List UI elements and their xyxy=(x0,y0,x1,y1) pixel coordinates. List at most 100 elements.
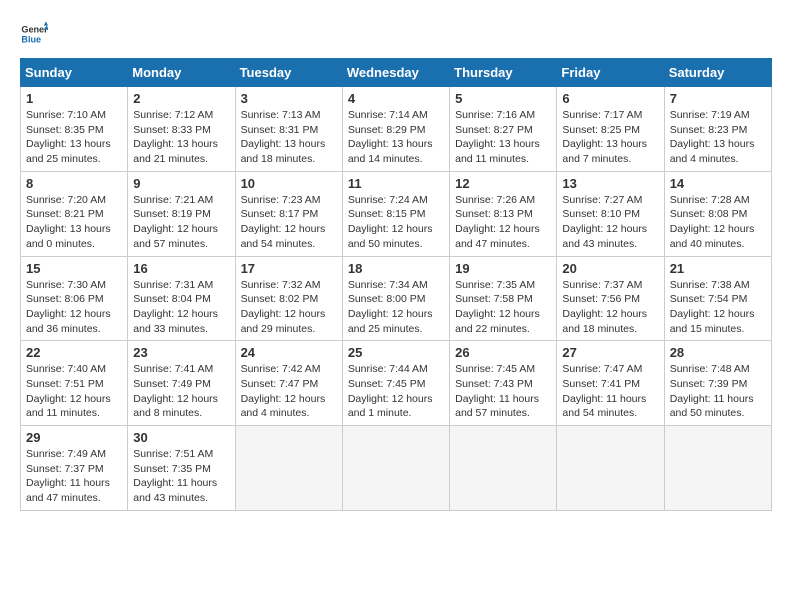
logo: General Blue xyxy=(20,20,48,48)
calendar-cell: 5 Sunrise: 7:16 AMSunset: 8:27 PMDaylight… xyxy=(450,87,557,172)
cell-content: Sunrise: 7:26 AMSunset: 8:13 PMDaylight:… xyxy=(455,193,551,252)
week-row-2: 15 Sunrise: 7:30 AMSunset: 8:06 PMDayligh… xyxy=(21,256,772,341)
cell-content: Sunrise: 7:14 AMSunset: 8:29 PMDaylight:… xyxy=(348,108,444,167)
calendar-cell: 21Sunrise: 7:38 AMSunset: 7:54 PMDayligh… xyxy=(664,256,771,341)
cell-content: Sunrise: 7:40 AMSunset: 7:51 PMDaylight:… xyxy=(26,362,122,421)
column-header-thursday: Thursday xyxy=(450,59,557,87)
day-number: 2 xyxy=(133,91,229,106)
column-header-saturday: Saturday xyxy=(664,59,771,87)
calendar-header-row: SundayMondayTuesdayWednesdayThursdayFrid… xyxy=(21,59,772,87)
calendar-cell: 14Sunrise: 7:28 AMSunset: 8:08 PMDayligh… xyxy=(664,171,771,256)
calendar-cell: 28Sunrise: 7:48 AMSunset: 7:39 PMDayligh… xyxy=(664,341,771,426)
cell-content: Sunrise: 7:13 AMSunset: 8:31 PMDaylight:… xyxy=(241,108,337,167)
cell-content: Sunrise: 7:16 AMSunset: 8:27 PMDaylight:… xyxy=(455,108,551,167)
day-number: 30 xyxy=(133,430,229,445)
cell-content: Sunrise: 7:44 AMSunset: 7:45 PMDaylight:… xyxy=(348,362,444,421)
cell-content: Sunrise: 7:32 AMSunset: 8:02 PMDaylight:… xyxy=(241,278,337,337)
calendar-cell xyxy=(664,426,771,511)
cell-content: Sunrise: 7:49 AMSunset: 7:37 PMDaylight:… xyxy=(26,447,122,506)
cell-content: Sunrise: 7:19 AMSunset: 8:23 PMDaylight:… xyxy=(670,108,766,167)
calendar-cell: 24 Sunrise: 7:42 AMSunset: 7:47 PMDayligh… xyxy=(235,341,342,426)
cell-content: Sunrise: 7:12 AMSunset: 8:33 PMDaylight:… xyxy=(133,108,229,167)
calendar-cell: 12 Sunrise: 7:26 AMSunset: 8:13 PMDayligh… xyxy=(450,171,557,256)
calendar-cell: 20 Sunrise: 7:37 AMSunset: 7:56 PMDayligh… xyxy=(557,256,664,341)
calendar-cell: 22 Sunrise: 7:40 AMSunset: 7:51 PMDayligh… xyxy=(21,341,128,426)
day-number: 5 xyxy=(455,91,551,106)
cell-content: Sunrise: 7:45 AMSunset: 7:43 PMDaylight:… xyxy=(455,362,551,421)
page-header: General Blue xyxy=(20,20,772,48)
week-row-0: 1Sunrise: 7:10 AMSunset: 8:35 PMDaylight… xyxy=(21,87,772,172)
day-number: 18 xyxy=(348,261,444,276)
week-row-4: 29 Sunrise: 7:49 AMSunset: 7:37 PMDayligh… xyxy=(21,426,772,511)
day-number: 29 xyxy=(26,430,122,445)
day-number: 22 xyxy=(26,345,122,360)
day-number: 23 xyxy=(133,345,229,360)
column-header-wednesday: Wednesday xyxy=(342,59,449,87)
calendar-cell: 16Sunrise: 7:31 AMSunset: 8:04 PMDayligh… xyxy=(128,256,235,341)
cell-content: Sunrise: 7:34 AMSunset: 8:00 PMDaylight:… xyxy=(348,278,444,337)
day-number: 8 xyxy=(26,176,122,191)
calendar-cell: 23 Sunrise: 7:41 AMSunset: 7:49 PMDayligh… xyxy=(128,341,235,426)
cell-content: Sunrise: 7:42 AMSunset: 7:47 PMDaylight:… xyxy=(241,362,337,421)
calendar-cell: 9 Sunrise: 7:21 AMSunset: 8:19 PMDaylight… xyxy=(128,171,235,256)
logo-icon: General Blue xyxy=(20,20,48,48)
day-number: 20 xyxy=(562,261,658,276)
column-header-monday: Monday xyxy=(128,59,235,87)
cell-content: Sunrise: 7:21 AMSunset: 8:19 PMDaylight:… xyxy=(133,193,229,252)
calendar-cell: 7 Sunrise: 7:19 AMSunset: 8:23 PMDaylight… xyxy=(664,87,771,172)
day-number: 9 xyxy=(133,176,229,191)
day-number: 3 xyxy=(241,91,337,106)
cell-content: Sunrise: 7:17 AMSunset: 8:25 PMDaylight:… xyxy=(562,108,658,167)
day-number: 17 xyxy=(241,261,337,276)
calendar-cell: 3 Sunrise: 7:13 AMSunset: 8:31 PMDaylight… xyxy=(235,87,342,172)
calendar-cell: 27 Sunrise: 7:47 AMSunset: 7:41 PMDayligh… xyxy=(557,341,664,426)
calendar-cell: 26 Sunrise: 7:45 AMSunset: 7:43 PMDayligh… xyxy=(450,341,557,426)
calendar-cell: 10Sunrise: 7:23 AMSunset: 8:17 PMDayligh… xyxy=(235,171,342,256)
week-row-3: 22 Sunrise: 7:40 AMSunset: 7:51 PMDayligh… xyxy=(21,341,772,426)
day-number: 12 xyxy=(455,176,551,191)
calendar-cell: 11 Sunrise: 7:24 AMSunset: 8:15 PMDayligh… xyxy=(342,171,449,256)
calendar-cell xyxy=(557,426,664,511)
cell-content: Sunrise: 7:35 AMSunset: 7:58 PMDaylight:… xyxy=(455,278,551,337)
cell-content: Sunrise: 7:41 AMSunset: 7:49 PMDaylight:… xyxy=(133,362,229,421)
cell-content: Sunrise: 7:27 AMSunset: 8:10 PMDaylight:… xyxy=(562,193,658,252)
cell-content: Sunrise: 7:23 AMSunset: 8:17 PMDaylight:… xyxy=(241,193,337,252)
cell-content: Sunrise: 7:30 AMSunset: 8:06 PMDaylight:… xyxy=(26,278,122,337)
svg-text:Blue: Blue xyxy=(21,34,41,44)
cell-content: Sunrise: 7:37 AMSunset: 7:56 PMDaylight:… xyxy=(562,278,658,337)
column-header-sunday: Sunday xyxy=(21,59,128,87)
day-number: 16 xyxy=(133,261,229,276)
day-number: 24 xyxy=(241,345,337,360)
calendar-cell: 15 Sunrise: 7:30 AMSunset: 8:06 PMDayligh… xyxy=(21,256,128,341)
calendar-cell xyxy=(450,426,557,511)
calendar-cell: 18 Sunrise: 7:34 AMSunset: 8:00 PMDayligh… xyxy=(342,256,449,341)
calendar-cell: 19Sunrise: 7:35 AMSunset: 7:58 PMDayligh… xyxy=(450,256,557,341)
calendar-cell: 6Sunrise: 7:17 AMSunset: 8:25 PMDaylight… xyxy=(557,87,664,172)
calendar-cell: 30 Sunrise: 7:51 AMSunset: 7:35 PMDayligh… xyxy=(128,426,235,511)
day-number: 11 xyxy=(348,176,444,191)
cell-content: Sunrise: 7:24 AMSunset: 8:15 PMDaylight:… xyxy=(348,193,444,252)
day-number: 1 xyxy=(26,91,122,106)
calendar-cell: 1Sunrise: 7:10 AMSunset: 8:35 PMDaylight… xyxy=(21,87,128,172)
cell-content: Sunrise: 7:47 AMSunset: 7:41 PMDaylight:… xyxy=(562,362,658,421)
day-number: 7 xyxy=(670,91,766,106)
calendar-cell: 8 Sunrise: 7:20 AMSunset: 8:21 PMDaylight… xyxy=(21,171,128,256)
day-number: 25 xyxy=(348,345,444,360)
calendar-cell: 13 Sunrise: 7:27 AMSunset: 8:10 PMDayligh… xyxy=(557,171,664,256)
day-number: 27 xyxy=(562,345,658,360)
calendar-cell: 2 Sunrise: 7:12 AMSunset: 8:33 PMDaylight… xyxy=(128,87,235,172)
day-number: 13 xyxy=(562,176,658,191)
day-number: 4 xyxy=(348,91,444,106)
calendar-cell: 29 Sunrise: 7:49 AMSunset: 7:37 PMDayligh… xyxy=(21,426,128,511)
calendar-cell xyxy=(235,426,342,511)
cell-content: Sunrise: 7:48 AMSunset: 7:39 PMDaylight:… xyxy=(670,362,766,421)
cell-content: Sunrise: 7:20 AMSunset: 8:21 PMDaylight:… xyxy=(26,193,122,252)
calendar-table: SundayMondayTuesdayWednesdayThursdayFrid… xyxy=(20,58,772,511)
cell-content: Sunrise: 7:51 AMSunset: 7:35 PMDaylight:… xyxy=(133,447,229,506)
calendar-cell: 4 Sunrise: 7:14 AMSunset: 8:29 PMDaylight… xyxy=(342,87,449,172)
cell-content: Sunrise: 7:38 AMSunset: 7:54 PMDaylight:… xyxy=(670,278,766,337)
column-header-friday: Friday xyxy=(557,59,664,87)
calendar-cell: 25 Sunrise: 7:44 AMSunset: 7:45 PMDayligh… xyxy=(342,341,449,426)
day-number: 15 xyxy=(26,261,122,276)
day-number: 26 xyxy=(455,345,551,360)
